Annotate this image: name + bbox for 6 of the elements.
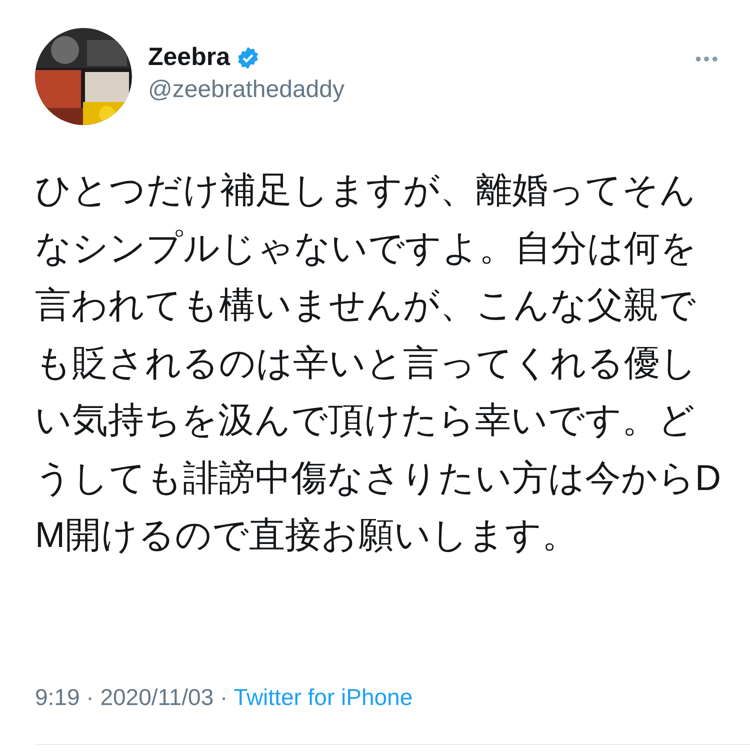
author-name[interactable]: Zeebra <box>148 45 230 70</box>
more-button[interactable]: ••• <box>695 46 720 73</box>
timestamp: 9:19 · 2020/11/03 · <box>35 686 228 709</box>
source-link[interactable]: Twitter for iPhone <box>234 686 413 709</box>
author-handle[interactable]: @zeebrathedaddy <box>148 78 344 102</box>
tweet-text: ひとつだけ補足しますが、離婚ってそんなシンプルじゃないですよ。自分は何を言われても構いませんが、こんな父親でも貶されるのは辛いと言ってくれる優しい気持ちを汲んで頂けたら幸いです。どうしても誹謗中傷なさりたい方は今からDM開けるので直接お願いします。 <box>35 168 722 557</box>
